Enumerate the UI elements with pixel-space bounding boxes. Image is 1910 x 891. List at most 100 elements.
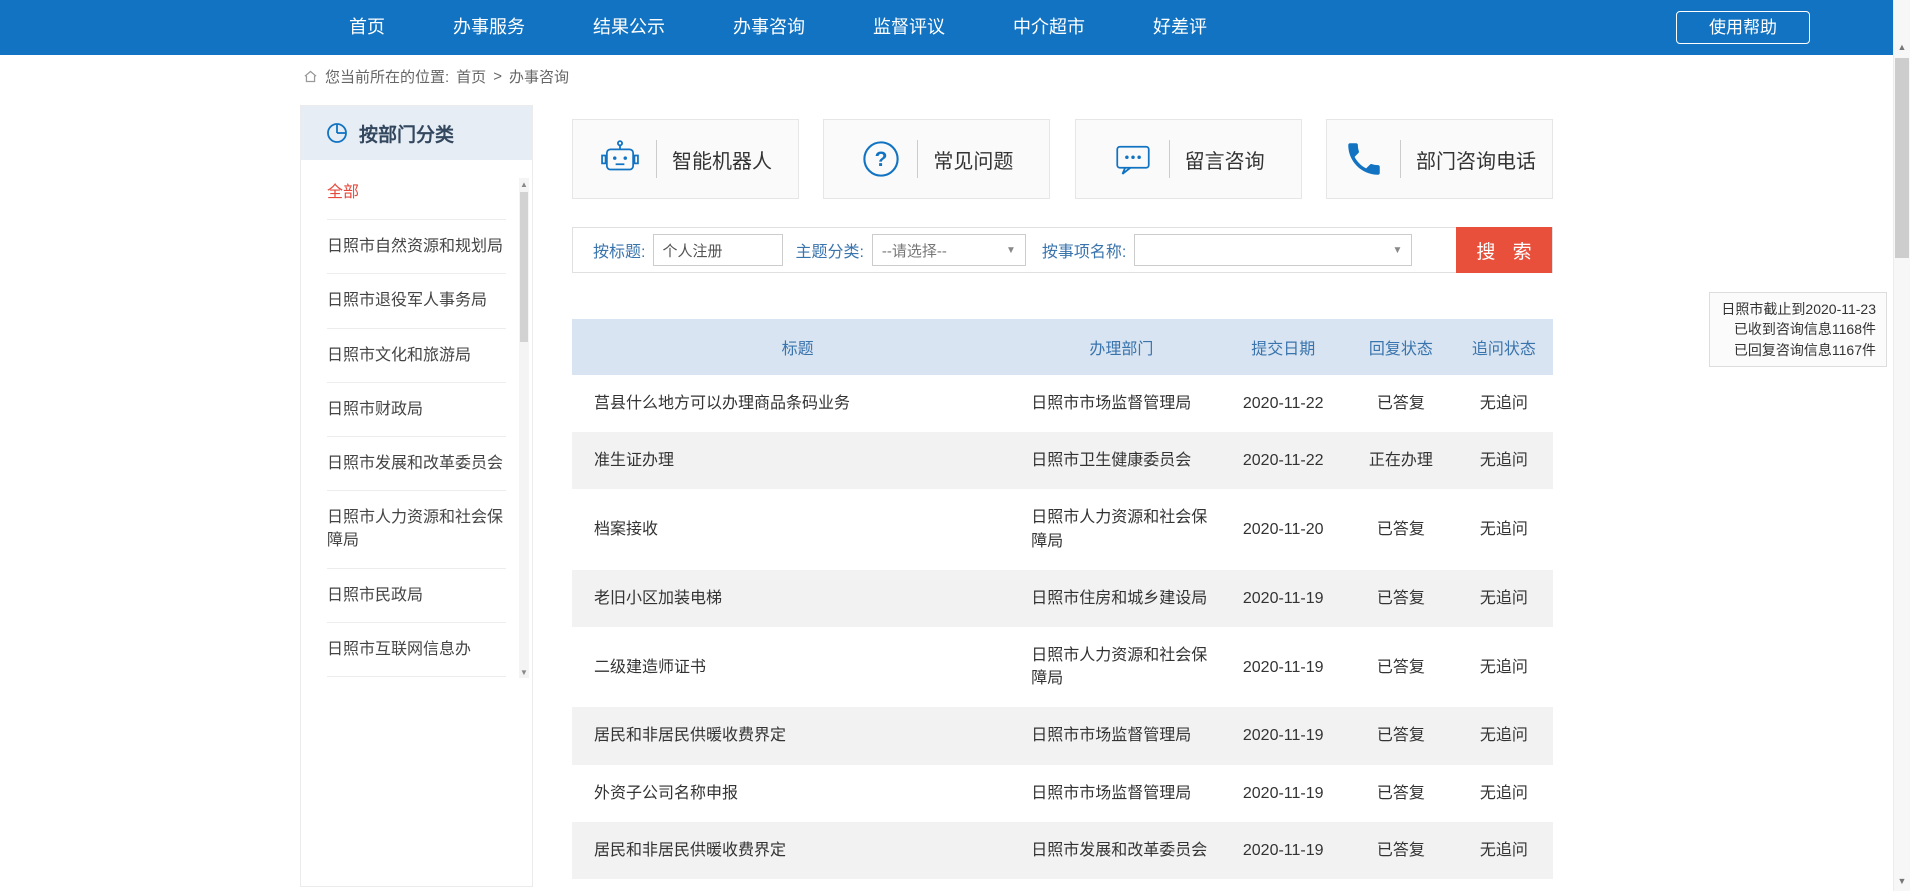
- breadcrumb-prefix: 您当前所在的位置:: [325, 66, 449, 87]
- cell-title[interactable]: 二级建造师证书: [572, 627, 1023, 707]
- page-scrollbar-thumb[interactable]: [1895, 58, 1909, 258]
- sidebar-item-0[interactable]: 全部: [327, 166, 506, 220]
- cell-date: 2020-11-19: [1219, 570, 1347, 627]
- nav-item-0[interactable]: 首页: [315, 0, 419, 55]
- item-name-select[interactable]: ▼: [1134, 234, 1412, 266]
- quick-link-label: 留言咨询: [1185, 145, 1265, 174]
- cell-dept: 日照市住房和城乡建设局: [1023, 570, 1219, 627]
- chevron-down-icon: ▼: [1006, 245, 1016, 256]
- cell-follow: 无追问: [1455, 432, 1553, 489]
- cell-follow: 无追问: [1455, 375, 1553, 432]
- home-icon: [303, 69, 318, 84]
- nav-item-2[interactable]: 结果公示: [559, 0, 699, 55]
- svg-text:?: ?: [875, 148, 888, 171]
- card-divider: [917, 140, 918, 178]
- breadcrumb-current: 办事咨询: [509, 66, 569, 87]
- scroll-down-icon[interactable]: ▼: [519, 666, 529, 678]
- cell-title[interactable]: 档案接收: [572, 489, 1023, 569]
- cell-follow: 无追问: [1455, 822, 1553, 879]
- cell-title[interactable]: 外资子公司名称申报: [572, 765, 1023, 822]
- sidebar-item-7[interactable]: 日照市民政局: [327, 569, 506, 623]
- category-pie-icon: [325, 121, 349, 145]
- nav-item-6[interactable]: 好差评: [1119, 0, 1241, 55]
- cell-reply: 已答复: [1347, 570, 1455, 627]
- nav-item-3[interactable]: 办事咨询: [699, 0, 839, 55]
- cell-title[interactable]: 莒县什么地方可以办理商品条码业务: [572, 375, 1023, 432]
- table-row[interactable]: 居民和非居民供暖收费界定日照市发展和改革委员会2020-11-19已答复无追问: [572, 822, 1553, 879]
- cell-dept: 日照市市场监督管理局: [1023, 375, 1219, 432]
- cell-dept: 日照市市场监督管理局: [1023, 707, 1219, 764]
- column-header-0: 标题: [572, 319, 1023, 375]
- sidebar-item-5[interactable]: 日照市发展和改革委员会: [327, 437, 506, 491]
- search-title-label: 按标题:: [593, 238, 645, 262]
- scroll-up-icon[interactable]: ▲: [1894, 38, 1910, 55]
- cell-date: 2020-11-19: [1219, 822, 1347, 879]
- column-header-4: 追问状态: [1455, 319, 1553, 375]
- nav-item-1[interactable]: 办事服务: [419, 0, 559, 55]
- sidebar-item-6[interactable]: 日照市人力资源和社会保障局: [327, 491, 506, 568]
- page-scrollbar[interactable]: ▲ ▼: [1893, 0, 1910, 891]
- column-header-2: 提交日期: [1219, 319, 1347, 375]
- scroll-down-icon[interactable]: ▼: [1894, 872, 1910, 889]
- cell-dept: 日照市发展和改革委员会: [1023, 822, 1219, 879]
- table-row[interactable]: 莒县什么地方可以办理商品条码业务日照市市场监督管理局2020-11-22已答复无…: [572, 375, 1553, 432]
- sidebar-item-1[interactable]: 日照市自然资源和规划局: [327, 220, 506, 274]
- sidebar-item-4[interactable]: 日照市财政局: [327, 383, 506, 437]
- table-row[interactable]: 二级建造师证书日照市人力资源和社会保障局2020-11-19已答复无追问: [572, 627, 1553, 707]
- cell-follow: 无追问: [1455, 707, 1553, 764]
- sidebar-scrollbar[interactable]: ▲ ▼: [519, 178, 529, 678]
- stats-box: 日照市截止到2020-11-23 已收到咨询信息1168件 已回复咨询信息116…: [1709, 292, 1887, 367]
- table-row[interactable]: 老旧小区加装电梯日照市住房和城乡建设局2020-11-19已答复无追问: [572, 570, 1553, 627]
- cell-date: 2020-11-22: [1219, 432, 1347, 489]
- card-divider: [1169, 140, 1170, 178]
- stats-line-received: 已收到咨询信息1168件: [1720, 319, 1876, 339]
- sidebar-item-3[interactable]: 日照市文化和旅游局: [327, 329, 506, 383]
- cell-title[interactable]: 居民和非居民供暖收费界定: [572, 707, 1023, 764]
- category-select[interactable]: --请选择-- ▼: [872, 234, 1026, 266]
- nav-item-4[interactable]: 监督评议: [839, 0, 979, 55]
- consultation-table: 标题办理部门提交日期回复状态追问状态 莒县什么地方可以办理商品条码业务日照市市场…: [572, 319, 1553, 879]
- quick-link-label: 常见问题: [933, 145, 1013, 174]
- quick-link-robot[interactable]: 智能机器人: [572, 119, 799, 199]
- chevron-down-icon: ▼: [1392, 245, 1402, 256]
- nav-item-5[interactable]: 中介超市: [979, 0, 1119, 55]
- title-search-input[interactable]: [653, 234, 783, 266]
- cell-date: 2020-11-19: [1219, 765, 1347, 822]
- search-bar: 按标题: 主题分类: --请选择-- ▼ 按事项名称: ▼ 搜 索: [572, 227, 1553, 273]
- table-body: 莒县什么地方可以办理商品条码业务日照市市场监督管理局2020-11-22已答复无…: [572, 375, 1553, 879]
- cell-reply: 已答复: [1347, 489, 1455, 569]
- sidebar-scrollbar-thumb[interactable]: [520, 192, 528, 342]
- table-row[interactable]: 档案接收日照市人力资源和社会保障局2020-11-20已答复无追问: [572, 489, 1553, 569]
- quick-link-message[interactable]: 留言咨询: [1075, 119, 1302, 199]
- cell-title[interactable]: 准生证办理: [572, 432, 1023, 489]
- cell-date: 2020-11-20: [1219, 489, 1347, 569]
- cell-date: 2020-11-19: [1219, 707, 1347, 764]
- sidebar-item-8[interactable]: 日照市互联网信息办: [327, 623, 506, 677]
- category-select-value: --请选择--: [882, 240, 947, 261]
- table-row[interactable]: 准生证办理日照市卫生健康委员会2020-11-22正在办理无追问: [572, 432, 1553, 489]
- help-button[interactable]: 使用帮助: [1676, 11, 1810, 44]
- table-row[interactable]: 居民和非居民供暖收费界定日照市市场监督管理局2020-11-19已答复无追问: [572, 707, 1553, 764]
- cell-follow: 无追问: [1455, 765, 1553, 822]
- scroll-up-icon[interactable]: ▲: [519, 178, 529, 190]
- column-header-1: 办理部门: [1023, 319, 1219, 375]
- sidebar-list: 全部日照市自然资源和规划局日照市退役军人事务局日照市文化和旅游局日照市财政局日照…: [301, 160, 532, 677]
- cell-dept: 日照市人力资源和社会保障局: [1023, 627, 1219, 707]
- cell-reply: 正在办理: [1347, 432, 1455, 489]
- breadcrumb-home-link[interactable]: 首页: [456, 66, 486, 87]
- cell-title[interactable]: 老旧小区加装电梯: [572, 570, 1023, 627]
- cell-follow: 无追问: [1455, 489, 1553, 569]
- cell-date: 2020-11-22: [1219, 375, 1347, 432]
- quick-link-label: 智能机器人: [672, 145, 772, 174]
- quick-link-phone[interactable]: 部门咨询电话: [1326, 119, 1553, 199]
- column-header-3: 回复状态: [1347, 319, 1455, 375]
- sidebar-item-2[interactable]: 日照市退役军人事务局: [327, 274, 506, 328]
- search-button[interactable]: 搜 索: [1456, 227, 1552, 273]
- stats-line-date: 日照市截止到2020-11-23: [1720, 299, 1876, 319]
- quick-link-faq[interactable]: ? 常见问题: [823, 119, 1050, 199]
- cell-follow: 无追问: [1455, 627, 1553, 707]
- table-row[interactable]: 外资子公司名称申报日照市市场监督管理局2020-11-19已答复无追问: [572, 765, 1553, 822]
- cell-title[interactable]: 居民和非居民供暖收费界定: [572, 822, 1023, 879]
- phone-icon: [1343, 138, 1385, 180]
- main-nav: 首页办事服务结果公示办事咨询监督评议中介超市好差评: [0, 0, 1910, 55]
